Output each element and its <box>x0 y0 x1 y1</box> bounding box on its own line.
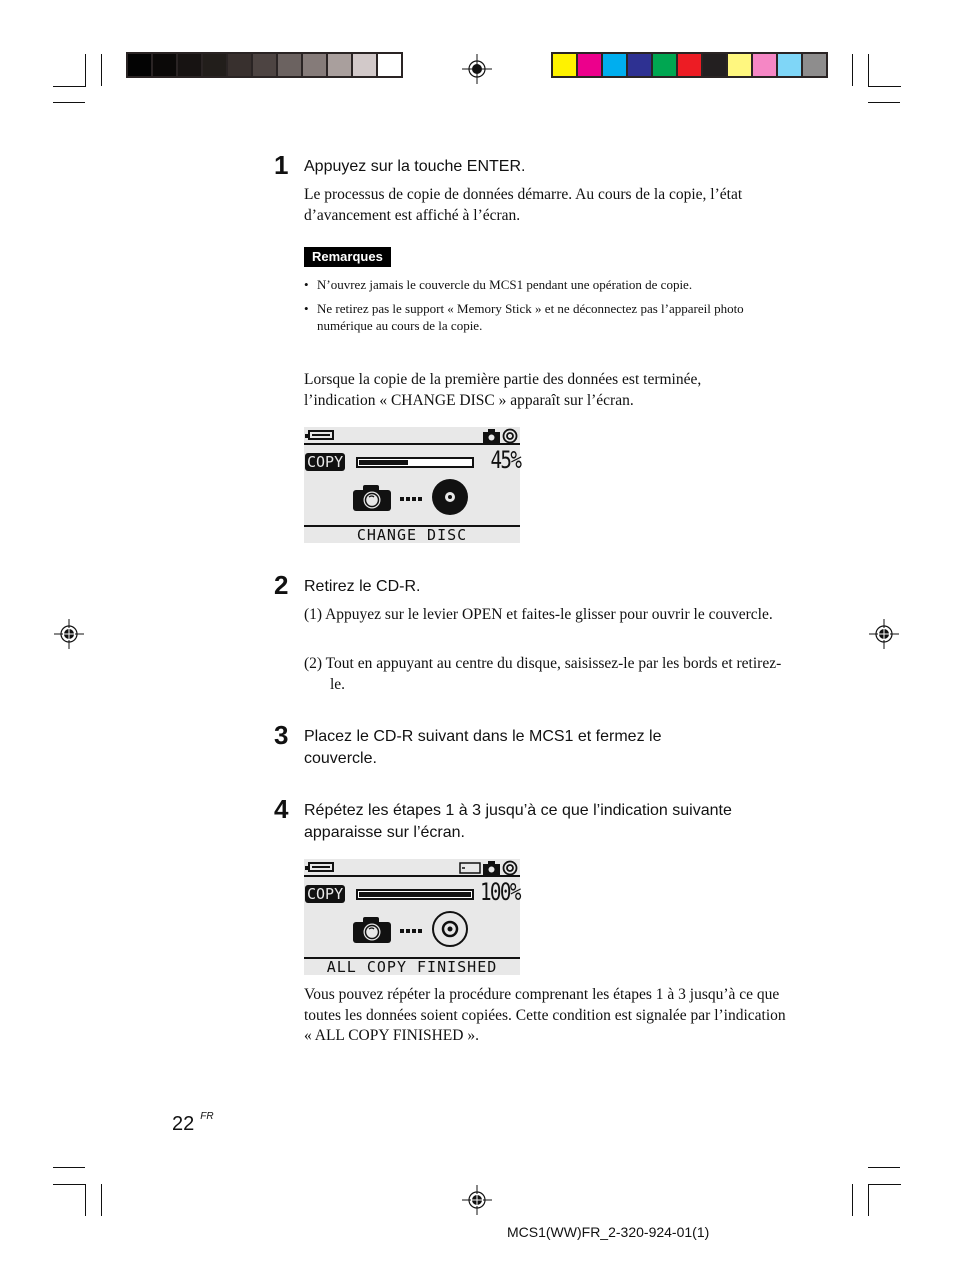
lcd-screen-all-copy-finished: COPY 100% ALL COPY FINISHED <box>304 859 522 976</box>
gray-swatch <box>153 54 176 76</box>
remark-text: Ne retirez pas le support « Memory Stick… <box>317 301 744 333</box>
paragraph-all-copy-finished: Vous pouvez répéter la procédure compren… <box>304 986 786 1044</box>
memory-stick-icon <box>459 862 481 874</box>
gray-swatch <box>328 54 351 76</box>
step-title: Appuyez sur la touche ENTER. <box>304 158 526 175</box>
gray-swatch <box>228 54 251 76</box>
progress-percent: 100% <box>480 878 521 906</box>
lcd-status-text: ALL COPY FINISHED <box>326 958 498 976</box>
camera-body-icon <box>353 485 391 511</box>
color-swatch <box>678 54 701 76</box>
step-number: 4 <box>274 794 289 824</box>
step-title: Répétez les étapes 1 à 3 jusqu’à ce que … <box>304 802 732 841</box>
transfer-dots-icon <box>400 929 422 933</box>
step-body: Le processus de copie de données démarre… <box>304 186 743 224</box>
gray-swatch <box>303 54 326 76</box>
camera-icon <box>483 429 500 443</box>
color-swatch <box>753 54 776 76</box>
registration-mark-icon <box>462 1185 492 1215</box>
lcd-status-text: CHANGE DISC <box>356 526 468 544</box>
battery-icon <box>305 430 334 440</box>
language-code: FR <box>200 1111 214 1122</box>
color-swatch <box>728 54 751 76</box>
lcd-screen-change-disc: COPY 45% CHANGE DISC <box>304 427 522 544</box>
bullet: • <box>304 277 309 292</box>
step-number: 3 <box>274 720 289 750</box>
color-swatch <box>778 54 801 76</box>
progress-bar <box>356 457 474 468</box>
disc-full-icon <box>432 479 468 515</box>
color-swatch <box>628 54 651 76</box>
gray-swatch <box>353 54 376 76</box>
color-swatch <box>578 54 601 76</box>
page-number-value: 22 <box>172 1113 195 1135</box>
registration-mark-icon <box>462 54 492 84</box>
disc-icon <box>502 428 518 444</box>
remark-item: • N’ouvrez jamais le couvercle du MCS1 p… <box>304 276 794 293</box>
transfer-dots-icon <box>400 497 422 501</box>
remark-item: • Ne retirez pas le support « Memory Sti… <box>304 300 794 334</box>
sub-step: (2) Tout en appuyant au centre du disque… <box>304 655 782 693</box>
remarks-label: Remarques <box>304 247 391 267</box>
registration-mark-icon <box>54 619 84 649</box>
step-title: Retirez le CD-R. <box>304 578 421 595</box>
paragraph-change-disc: Lorsque la copie de la première partie d… <box>304 371 702 409</box>
camera-icon <box>483 861 500 875</box>
gray-swatch <box>203 54 226 76</box>
color-swatch <box>603 54 626 76</box>
registration-mark-icon <box>869 619 899 649</box>
gray-swatch <box>178 54 201 76</box>
color-swatch <box>653 54 676 76</box>
grayscale-color-bar <box>126 52 403 78</box>
color-swatch <box>803 54 826 76</box>
bullet: • <box>304 301 309 316</box>
sub-step: (1) Appuyez sur le levier OPEN et faites… <box>304 606 773 623</box>
step-title: Placez le CD-R suivant dans le MCS1 et f… <box>304 728 662 767</box>
document-id: MCS1(WW)FR_2-320-924-01(1) <box>507 1224 710 1240</box>
step-number: 1 <box>274 150 289 180</box>
gray-swatch <box>278 54 301 76</box>
progress-percent: 45% <box>490 446 522 474</box>
remark-text: N’ouvrez jamais le couvercle du MCS1 pen… <box>317 277 693 292</box>
disc-outline-icon <box>432 911 468 947</box>
gray-swatch <box>378 54 401 76</box>
disc-icon <box>502 860 518 876</box>
process-color-bar <box>551 52 828 78</box>
gray-swatch <box>253 54 276 76</box>
copy-label: COPY <box>305 453 346 471</box>
color-swatch <box>703 54 726 76</box>
page-number: 22 FR <box>172 1111 214 1136</box>
step-number: 2 <box>274 570 289 600</box>
gray-swatch <box>128 54 151 76</box>
camera-body-icon <box>353 917 391 943</box>
copy-label: COPY <box>305 885 346 903</box>
battery-icon <box>305 862 334 872</box>
progress-bar <box>356 889 474 900</box>
color-swatch <box>553 54 576 76</box>
